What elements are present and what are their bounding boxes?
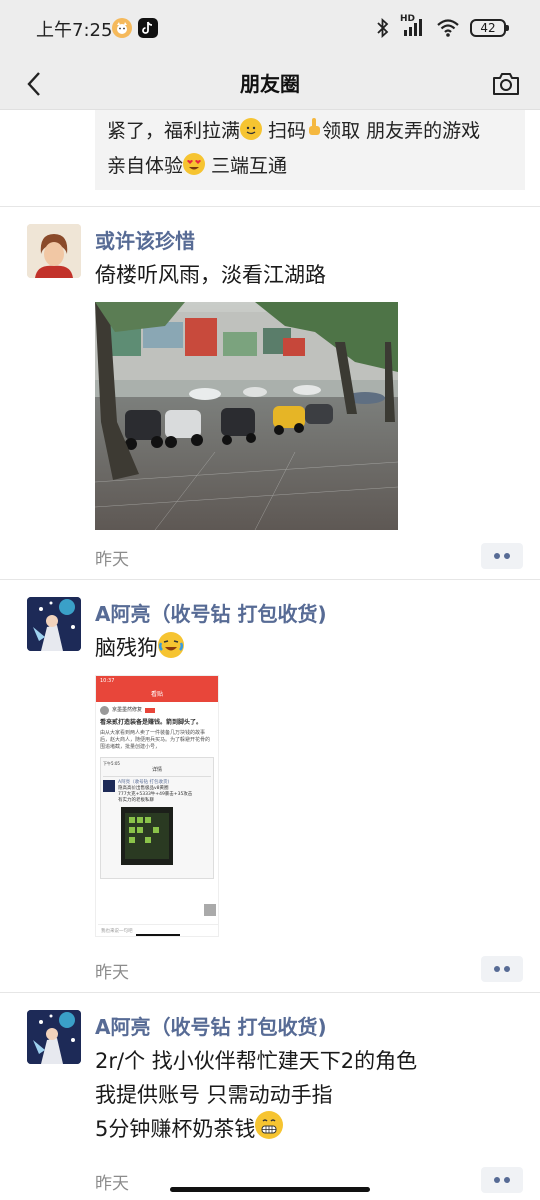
post-text-line: 2r/个 找小伙伴帮忙建天下2的角色 [95,1049,418,1073]
shot-status-bar: 10:37 [96,676,218,688]
wifi-icon [437,19,459,37]
shot-scroll-top-icon [204,904,216,916]
nav-bar: 朋友圈 [0,58,540,110]
shot-title: 看贴 [150,691,163,698]
card-text: 紧了，福利拉满 [107,120,241,142]
shared-link-card[interactable]: 紧了，福利拉满 扫码 领取 朋友弄的游戏 亲自体验 三端互通 [95,110,525,190]
more-actions-button[interactable] [481,956,523,982]
tiktok-icon [138,18,158,38]
camera-button[interactable] [486,64,526,104]
status-bar: 上午7:25 HD 42 [0,0,540,58]
moment-post: 或许该珍惜 倚楼听风雨，淡看江湖路 昨天 [0,207,540,579]
shot-home-bar [136,934,180,936]
post-text-line: 我提供账号 只需动动手指 [95,1083,333,1107]
dot-icon [504,966,510,972]
page-title: 朋友圈 [240,72,300,96]
shared-card-line-1: 紧了，福利拉满 扫码 领取 朋友弄的游戏 [107,114,515,149]
post-photo[interactable] [95,302,398,530]
dot-icon [494,553,500,559]
home-indicator[interactable] [170,1187,370,1192]
cell-signal-icon: HD [400,14,426,38]
author-name[interactable]: A阿亮（收号钻 打包收货) [95,598,327,627]
post-time: 昨天 [95,550,129,570]
post-text-row: 脑残狗 [95,630,184,666]
avatar[interactable] [27,224,81,278]
more-actions-button[interactable] [481,543,523,569]
shot-avatar [100,706,109,715]
battery-level: 42 [480,21,496,35]
shot-title-bar: 看贴 [96,688,218,702]
post-text-row: 5分钟赚杯奶茶钱 [95,1111,284,1147]
author-name[interactable]: 或许该珍惜 [95,225,195,254]
shot-embedded-screenshot: 下午5:05 详情 A阿亮（收号钻 打包收货) 隐高高价出售极品v8黄圈 777… [100,757,214,879]
camera-icon [493,73,519,95]
dot-icon [494,1177,500,1183]
shared-card-line-2: 亲自体验 三端互通 [107,149,515,184]
moment-post: A阿亮（收号钻 打包收货) 脑残狗 10:37 看贴 京墨墨然修复 看来贰打造装… [0,580,540,992]
shot-reply-placeholder: 我也来说一句吧 [101,929,133,934]
avatar[interactable] [27,597,81,651]
post-time: 昨天 [95,1174,129,1194]
dot-icon [504,553,510,559]
grimacing-grin-emoji-icon [255,1111,284,1139]
status-right: HD 42 [376,14,509,38]
avatar[interactable] [27,1010,81,1064]
moments-feed: 紧了，福利拉满 扫码 领取 朋友弄的游戏 亲自体验 三端互通 或许该珍惜 倚楼听风… [0,110,540,1200]
cat-emoji-icon [240,118,263,140]
dot-icon [504,1177,510,1183]
shot-time: 10:37 [100,678,115,684]
shot-inner-time: 下午5:05 [103,761,120,766]
shot-inner-post: A阿亮（收号钻 打包收货) 隐高高价出售极品v8黄圈 777大克+5333牛+4… [103,780,211,804]
card-text: 扫码 [262,120,307,142]
post-text: 倚楼听风雨，淡看江湖路 [95,263,326,287]
dot-icon [494,966,500,972]
pointing-hand-icon [306,114,322,149]
bluetooth-icon [377,18,389,38]
status-app-icons [112,18,158,38]
author-name[interactable]: A阿亮（收号钻 打包收货) [95,1011,327,1040]
battery-icon: 42 [470,19,509,37]
post-text-line: 5分钟赚杯奶茶钱 [95,1117,256,1141]
shot-post-body: 京墨墨然修复 看来贰打造装备是赚钱。箭到脚头了。 由从大家看到两人卖了一件装备几… [96,702,218,751]
shot-game-image [121,807,173,865]
status-time: 上午7:25 [36,20,113,41]
crying-laughing-emoji-icon [158,632,184,658]
shot-body: 由从大家看到两人卖了一件装备几万块钱的故事后，赵大商人，随便用兵买马。为了躲避开… [100,730,211,750]
shot-inner-avatar [103,780,115,792]
more-actions-button[interactable] [481,1167,523,1193]
shot-inner-line: 有实力的老板私聊 [118,798,154,803]
shot-poster: 京墨墨然修复 [112,707,143,713]
post-text: 脑残狗 [95,636,158,660]
heart-eyes-emoji-icon [183,153,206,175]
cat-app-icon [112,18,132,38]
post-time: 昨天 [95,963,129,983]
card-text: 三端互通 [205,155,288,177]
shot-headline: 看来贰打造装备是赚钱。箭到脚头了。 [100,719,203,726]
shot-inner-title: 详情 [103,767,211,777]
shot-poster-row: 京墨墨然修复 [100,706,214,715]
shot-inner-text: A阿亮（收号钻 打包收货) 隐高高价出售极品v8黄圈 777大克+5333牛+4… [118,780,192,804]
card-text: 领取 朋友弄的游戏 [322,120,481,142]
moment-post: A阿亮（收号钻 打包收货) 2r/个 找小伙伴帮忙建天下2的角色 我提供账号 只… [0,993,540,1200]
shot-badge [145,708,156,713]
card-text: 亲自体验 [107,155,184,177]
post-screenshot-image[interactable]: 10:37 看贴 京墨墨然修复 看来贰打造装备是赚钱。箭到脚头了。 由从大家看到… [95,675,219,937]
